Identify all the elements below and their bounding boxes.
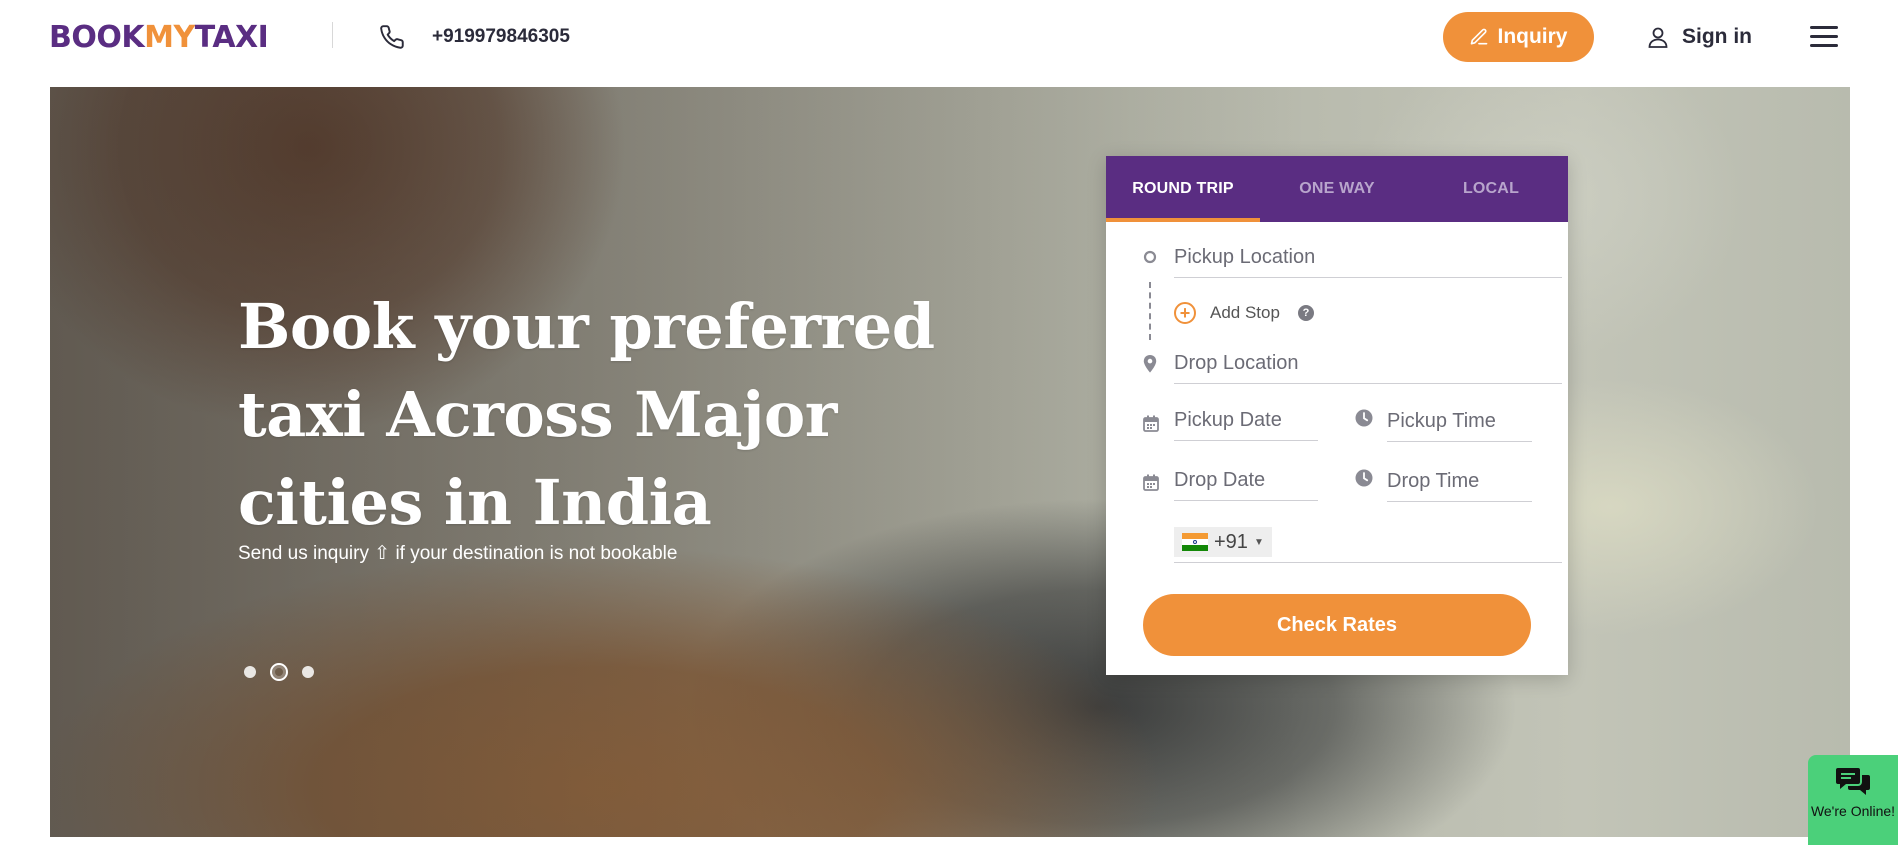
- edit-icon: [1471, 28, 1488, 45]
- location-pin-icon: [1143, 355, 1157, 373]
- hamburger-menu-icon[interactable]: [1810, 26, 1838, 48]
- drop-time-input[interactable]: [1387, 462, 1532, 501]
- india-flag-icon: [1182, 533, 1208, 551]
- country-code-value: +91: [1214, 530, 1248, 553]
- carousel-dot-3[interactable]: [302, 666, 314, 678]
- logo-text-book: BOOK: [49, 20, 145, 55]
- carousel-dots: [244, 663, 314, 681]
- chat-bubbles-icon: [1836, 768, 1870, 795]
- hero-subtitle: Send us inquiry ⇧ if your destination is…: [238, 543, 678, 564]
- drop-location-field: [1174, 344, 1562, 384]
- booking-form: ROUND TRIP ONE WAY LOCAL + Add Stop ?: [1106, 156, 1568, 675]
- pickup-time-field: [1387, 402, 1532, 442]
- inquiry-label: Inquiry: [1497, 25, 1568, 48]
- tab-round-trip[interactable]: ROUND TRIP: [1106, 156, 1260, 222]
- trip-type-tabs: ROUND TRIP ONE WAY LOCAL: [1106, 156, 1568, 222]
- pickup-time-input[interactable]: [1387, 402, 1532, 441]
- carousel-dot-1[interactable]: [244, 666, 256, 678]
- add-circle-icon: +: [1174, 302, 1196, 324]
- route-connector: [1149, 282, 1151, 340]
- caret-down-icon: ▼: [1253, 536, 1264, 548]
- calendar-icon: [1143, 415, 1159, 432]
- sign-in-label: Sign in: [1682, 25, 1752, 48]
- add-stop-label: Add Stop: [1210, 303, 1280, 322]
- pickup-date-input[interactable]: [1174, 401, 1318, 440]
- phone-input[interactable]: [1282, 521, 1562, 563]
- live-chat-widget[interactable]: We're Online!: [1808, 755, 1898, 845]
- inquiry-button[interactable]: Inquiry: [1443, 12, 1594, 62]
- logo-text-taxi: TAXI: [194, 20, 269, 55]
- header-divider: [332, 22, 333, 48]
- country-code-select[interactable]: +91 ▼: [1174, 527, 1272, 557]
- hero-title: Book your preferred taxi Across Major ci…: [238, 290, 935, 539]
- drop-time-field: [1387, 462, 1532, 502]
- clock-icon: [1355, 409, 1373, 427]
- add-stop-button[interactable]: + Add Stop ?: [1174, 302, 1314, 324]
- tab-local[interactable]: LOCAL: [1414, 156, 1568, 222]
- hero-banner: Book your preferred taxi Across Major ci…: [50, 87, 1850, 837]
- clock-icon: [1355, 469, 1373, 487]
- site-header: BOOKMYTAXI +919979846305 Inquiry Sign in: [0, 0, 1898, 76]
- tab-one-way[interactable]: ONE WAY: [1260, 156, 1414, 222]
- logo-text-my: MY: [144, 20, 195, 55]
- user-icon: [1648, 27, 1668, 48]
- brand-logo[interactable]: BOOKMYTAXI: [49, 18, 269, 58]
- pickup-location-field: [1174, 238, 1562, 278]
- drop-date-field: [1174, 461, 1318, 501]
- sign-in-link[interactable]: Sign in: [1646, 22, 1752, 52]
- phone-icon: [380, 25, 404, 49]
- carousel-dot-2[interactable]: [270, 663, 288, 681]
- help-icon[interactable]: ?: [1297, 305, 1314, 321]
- drop-location-input[interactable]: [1174, 344, 1562, 383]
- chat-status-label: We're Online!: [1810, 803, 1896, 819]
- calendar-icon: [1143, 474, 1159, 491]
- check-rates-button[interactable]: Check Rates: [1143, 594, 1531, 656]
- pickup-origin-icon: [1143, 250, 1157, 264]
- phone-number-link[interactable]: +919979846305: [432, 24, 570, 50]
- drop-date-input[interactable]: [1174, 461, 1318, 500]
- phone-field: +91 ▼: [1174, 521, 1562, 563]
- pickup-location-input[interactable]: [1174, 238, 1562, 277]
- pickup-date-field: [1174, 401, 1318, 441]
